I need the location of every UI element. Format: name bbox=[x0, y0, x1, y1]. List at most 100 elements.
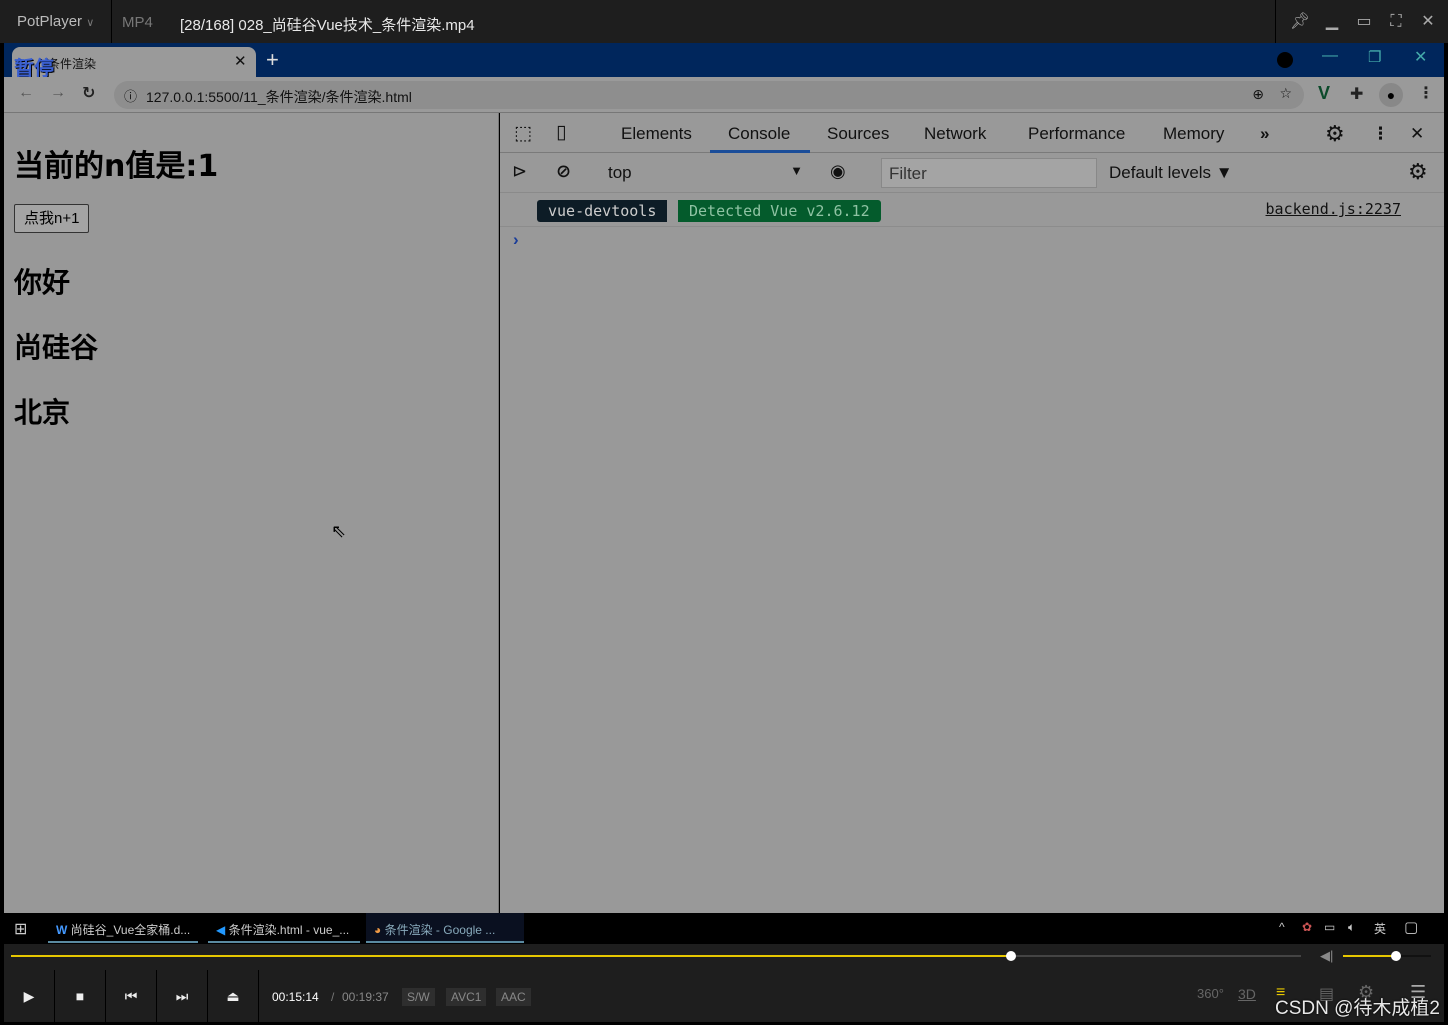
close-window-button[interactable]: ✕ bbox=[1414, 47, 1427, 67]
console-message: vue-devtools Detected Vue v2.6.12 backen… bbox=[500, 193, 1444, 227]
playback-controls: ▶ ■ ⏮ ⏭ ⏏ 00:15:14 / 00:19:37 S/W AVC1 A… bbox=[4, 970, 1444, 1022]
sidebar-toggle-icon[interactable]: ⊳ bbox=[512, 161, 527, 182]
info-icon: ⓘ bbox=[124, 89, 138, 104]
minimize-button[interactable]: — bbox=[1322, 47, 1338, 65]
time-separator: / bbox=[331, 990, 335, 1004]
taskbar-item-word[interactable]: W 尚硅谷_Vue全家桶.d... bbox=[48, 913, 198, 943]
restore-button[interactable]: ❐ bbox=[1368, 48, 1381, 66]
total-time: 00:19:37 bbox=[342, 990, 389, 1004]
tab-network[interactable]: Network bbox=[924, 124, 986, 144]
decoder-tag[interactable]: S/W bbox=[402, 988, 435, 1006]
inspect-element-icon[interactable]: ⬚ bbox=[514, 122, 532, 145]
profile-dropdown-icon[interactable] bbox=[1277, 52, 1293, 68]
zoom-icon[interactable]: ⊕ bbox=[1252, 86, 1264, 103]
tab-elements[interactable]: Elements bbox=[621, 124, 692, 144]
live-expression-eye-icon[interactable]: ◉ bbox=[830, 161, 846, 182]
line-hello: 你好 bbox=[14, 266, 71, 299]
seek-progress bbox=[11, 955, 1011, 957]
close-devtools-icon[interactable]: ✕ bbox=[1410, 124, 1424, 144]
devtools-panel: ⬚ ▯ Elements Console Sources Network Per… bbox=[500, 113, 1444, 913]
word-icon: W bbox=[56, 923, 68, 937]
tab-title: 条件渲染 bbox=[48, 57, 97, 71]
taskbar-label: 尚硅谷_Vue全家桶.d... bbox=[70, 923, 191, 937]
close-button[interactable]: ✕ bbox=[1412, 0, 1444, 43]
audio-codec-tag[interactable]: AAC bbox=[496, 988, 531, 1006]
play-button[interactable]: ▶ bbox=[4, 970, 55, 1022]
video-title: [28/168] 028_尚硅谷Vue技术_条件渲染.mp4 bbox=[180, 17, 475, 34]
player-title-bar: PotPlayer ∨ MP4 [28/168] 028_尚硅谷Vue技术_条件… bbox=[0, 0, 1448, 43]
devtools-tab-bar: ⬚ ▯ Elements Console Sources Network Per… bbox=[500, 113, 1444, 153]
minimize-button[interactable]: ▁ bbox=[1316, 0, 1348, 43]
taskbar-item-chrome[interactable]: ◕ 条件渲染 - Google ... bbox=[366, 913, 524, 943]
increment-button[interactable]: 点我n+1 bbox=[14, 204, 90, 233]
console-settings-gear-icon[interactable]: ⚙ bbox=[1408, 159, 1428, 185]
3d-button[interactable]: 3D bbox=[1238, 986, 1256, 1002]
tray-chevron-up-icon[interactable]: ^ bbox=[1279, 920, 1285, 934]
speaker-icon[interactable]: 🔈︎ bbox=[1348, 920, 1355, 935]
window-controls: 📌︎ ▁ ▭ ⛶ ✕ bbox=[1275, 0, 1444, 43]
current-time: 00:15:14 bbox=[272, 990, 319, 1004]
more-menu-icon[interactable]: ⋮ bbox=[1418, 83, 1434, 103]
windows-taskbar: ⊞ W 尚硅谷_Vue全家桶.d... ◀ 条件渲染.html - vue_..… bbox=[4, 913, 1444, 944]
vue-devtools-extension-icon[interactable]: V bbox=[1318, 83, 1330, 104]
360-button[interactable]: 360° bbox=[1197, 986, 1224, 1001]
page-content: 当前的n值是:1 点我n+1 你好 尚硅谷 北京 ⇖ bbox=[4, 113, 499, 913]
console-prompt[interactable]: › bbox=[513, 230, 519, 250]
volume-icon[interactable]: ◀| bbox=[1320, 948, 1333, 964]
log-levels-dropdown[interactable]: Default levels ▼ bbox=[1109, 163, 1233, 183]
tray-app-icon[interactable]: ✿ bbox=[1302, 920, 1312, 934]
format-label: MP4 bbox=[122, 14, 153, 31]
detected-vue-badge: Detected Vue v2.6.12 bbox=[678, 200, 881, 222]
extensions-puzzle-icon[interactable]: ✚ bbox=[1350, 84, 1363, 104]
settings-gear-icon[interactable]: ⚙ bbox=[1325, 121, 1345, 147]
seek-handle[interactable] bbox=[1005, 951, 1016, 961]
chevron-down-icon: ∨ bbox=[86, 17, 95, 29]
tab-console[interactable]: Console bbox=[728, 124, 790, 144]
line-beijing: 北京 bbox=[14, 396, 71, 429]
more-options-icon[interactable]: ⋮ bbox=[1372, 124, 1389, 144]
windows-start-icon[interactable]: ⊞ bbox=[14, 919, 27, 939]
seek-bar-area: ◀| bbox=[4, 944, 1444, 970]
volume-handle[interactable] bbox=[1390, 951, 1401, 961]
reload-icon[interactable]: ↻ bbox=[82, 83, 95, 103]
taskbar-label: 条件渲染 - Google ... bbox=[384, 923, 496, 937]
eject-button[interactable]: ⏏ bbox=[208, 970, 259, 1022]
potplayer-menu[interactable]: PotPlayer ∨ bbox=[0, 0, 112, 43]
address-toolbar: ← → ↻ ⓘ 127.0.0.1:5500/11_条件渲染/条件渲染.html… bbox=[4, 77, 1444, 113]
n-value-heading: 当前的n值是:1 bbox=[14, 149, 219, 184]
volume-level bbox=[1343, 955, 1396, 957]
next-button[interactable]: ⏭ bbox=[157, 970, 208, 1022]
console-toolbar: ⊳ ⊘ top ▼ ◉ Filter Default levels ▼ ⚙ bbox=[500, 153, 1444, 193]
close-tab-icon[interactable]: ✕ bbox=[234, 52, 247, 70]
line-atguigu: 尚硅谷 bbox=[14, 331, 99, 364]
notification-icon[interactable]: ▢ bbox=[1404, 918, 1418, 936]
pin-icon[interactable]: 📌︎ bbox=[1284, 0, 1316, 43]
tab-memory[interactable]: Memory bbox=[1163, 124, 1224, 144]
tab-performance[interactable]: Performance bbox=[1028, 124, 1125, 144]
device-toolbar-icon[interactable]: ▯ bbox=[556, 121, 566, 144]
fullscreen-button[interactable]: ⛶ bbox=[1380, 0, 1412, 43]
address-bar[interactable]: ⓘ 127.0.0.1:5500/11_条件渲染/条件渲染.html ⊕ ☆ bbox=[114, 81, 1304, 109]
chrome-icon: ◕ bbox=[374, 923, 382, 937]
forward-icon[interactable]: → bbox=[50, 84, 66, 102]
clear-console-icon[interactable]: ⊘ bbox=[556, 161, 571, 182]
new-tab-button[interactable]: + bbox=[266, 47, 279, 73]
back-icon[interactable]: ← bbox=[18, 84, 34, 102]
stop-button[interactable]: ■ bbox=[55, 970, 106, 1022]
tab-sources[interactable]: Sources bbox=[827, 124, 889, 144]
source-link[interactable]: backend.js:2237 bbox=[1266, 200, 1401, 218]
filter-input[interactable]: Filter bbox=[881, 158, 1097, 188]
previous-button[interactable]: ⏮ bbox=[106, 970, 157, 1022]
ime-indicator[interactable]: 英 bbox=[1374, 920, 1386, 937]
url-text: 127.0.0.1:5500/11_条件渲染/条件渲染.html bbox=[146, 89, 412, 105]
context-selector[interactable]: top ▼ bbox=[608, 163, 803, 183]
profile-avatar[interactable]: ● bbox=[1379, 83, 1403, 107]
video-codec-tag[interactable]: AVC1 bbox=[446, 988, 487, 1006]
bookmark-star-icon[interactable]: ☆ bbox=[1279, 85, 1292, 102]
context-value: top bbox=[608, 163, 632, 182]
taskbar-item-vscode[interactable]: ◀ 条件渲染.html - vue_... bbox=[208, 913, 360, 943]
more-tabs-icon[interactable]: » bbox=[1260, 124, 1269, 144]
taskbar-label: 条件渲染.html - vue_... bbox=[228, 923, 350, 937]
maximize-button[interactable]: ▭ bbox=[1348, 0, 1380, 43]
battery-icon[interactable]: ▭ bbox=[1324, 920, 1335, 934]
